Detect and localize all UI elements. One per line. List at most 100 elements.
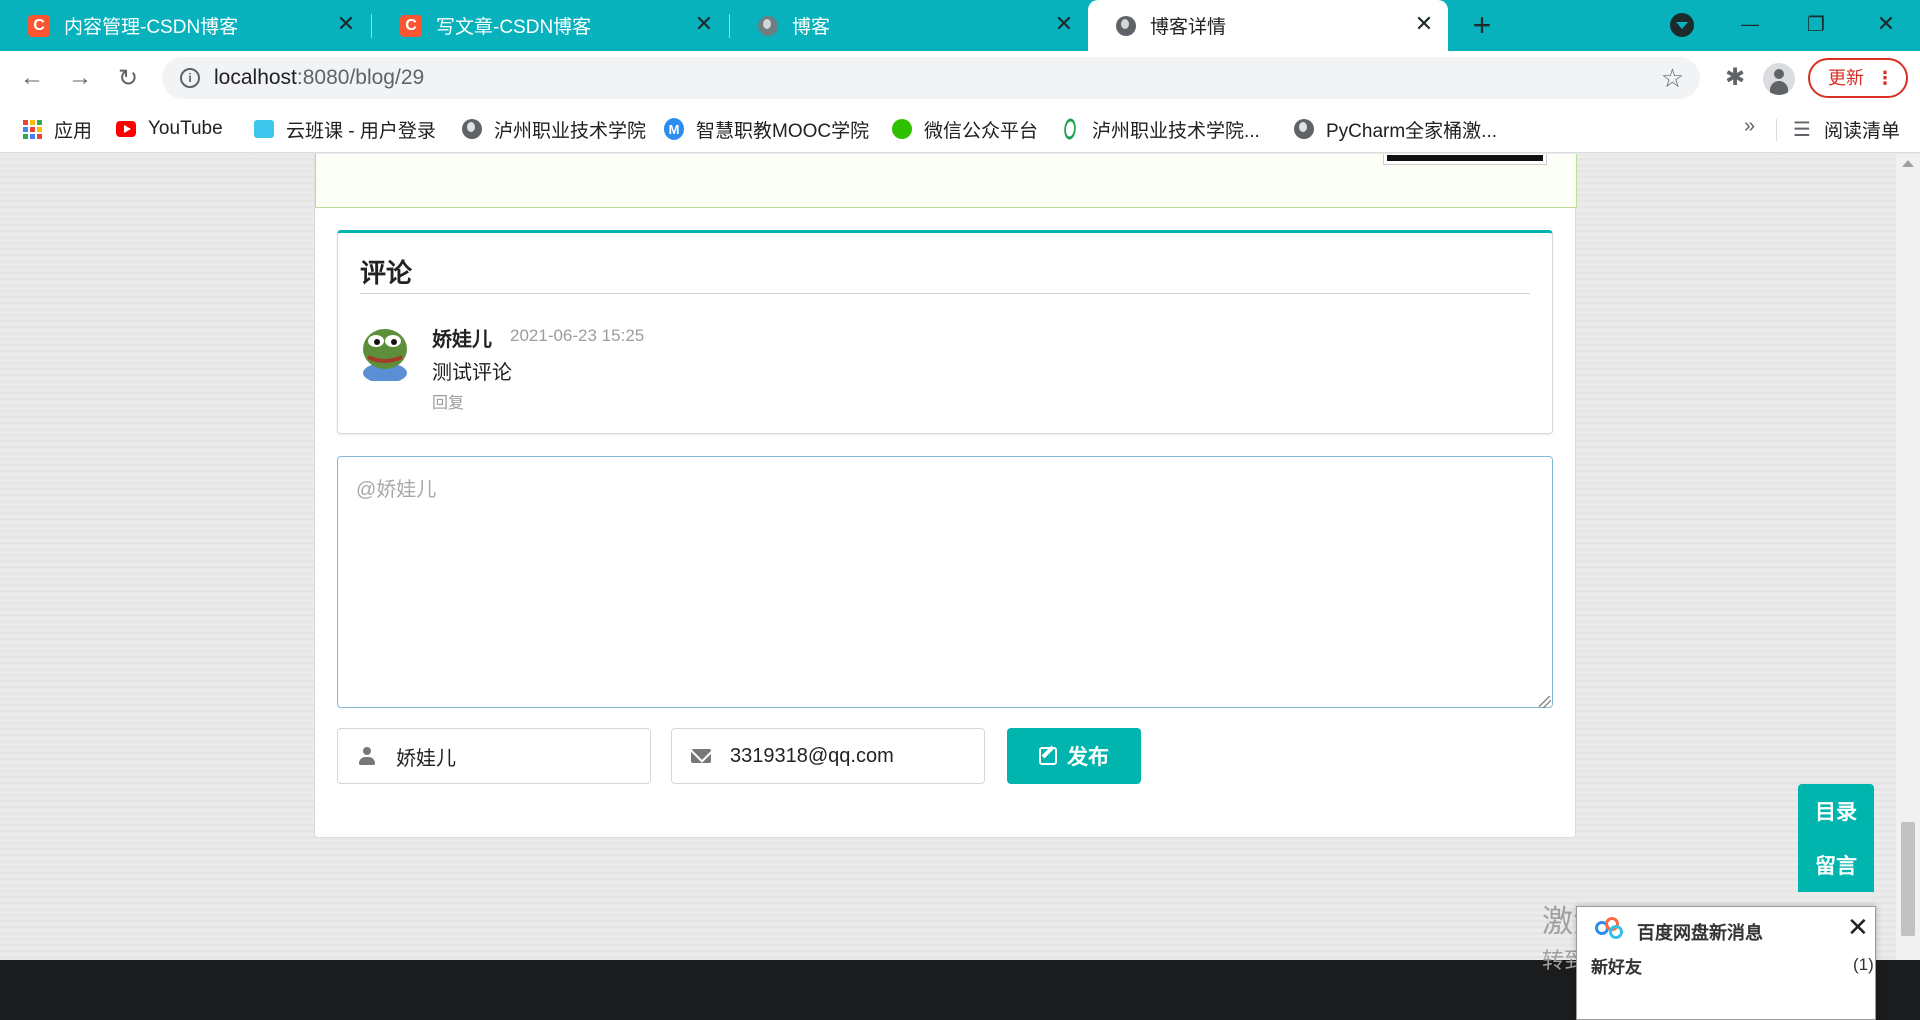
globe-icon (1116, 15, 1136, 36)
address-bar[interactable]: i localhost:8080/blog/29 ☆ (162, 57, 1700, 99)
site-info-icon[interactable]: i (180, 68, 200, 88)
tab-bar: C 内容管理-CSDN博客 ✕ C 写文章-CSDN博客 ✕ 博客 ✕ 博客详情… (0, 0, 1920, 51)
bookmark-luzhou-college[interactable]: 泸州职业技术学院 (462, 115, 646, 143)
forward-arrow-icon[interactable]: → (64, 62, 96, 94)
notification-count: (1) (1853, 955, 1874, 974)
bookmark-label: PyCharm全家桶激... (1326, 120, 1498, 142)
comment-content-textarea[interactable] (337, 456, 1553, 708)
tab-csdn-write[interactable]: C 写文章-CSDN博客 ✕ (372, 0, 728, 51)
new-tab-button[interactable]: + (1466, 9, 1498, 42)
bookmark-label: 泸州职业技术学院 (494, 120, 647, 142)
update-button[interactable]: 更新 ⋮ (1808, 58, 1908, 98)
qr-code-image (1383, 154, 1547, 165)
bookmark-label: 微信公众平台 (924, 120, 1039, 142)
bookmark-cloud-class[interactable]: 云班课 - 用户登录 (254, 115, 436, 143)
bookmark-label: 云班课 - 用户登录 (286, 120, 436, 142)
close-icon[interactable]: ✕ (1847, 914, 1869, 940)
bookmark-star-icon[interactable]: ☆ (1661, 63, 1684, 94)
heading-divider (360, 293, 1530, 294)
avatar (363, 329, 407, 381)
bookmark-wechat[interactable]: 微信公众平台 (892, 115, 1038, 143)
user-icon (338, 747, 396, 765)
comment-text: 测试评论 (432, 362, 512, 384)
bookmark-youtube[interactable]: YouTube (116, 115, 223, 143)
close-tab-icon[interactable]: ✕ (1412, 11, 1436, 36)
wechat-icon (892, 119, 912, 139)
csdn-icon: C (28, 14, 50, 37)
bookmarks-bar: 应用 YouTube 云班课 - 用户登录 泸州职业技术学院 M 智慧职教MOO… (0, 105, 1920, 153)
bookmarks-overflow-icon[interactable]: » (1744, 115, 1755, 138)
notification-title: 百度网盘新消息 (1637, 923, 1763, 943)
appreciation-panel (315, 154, 1577, 208)
tab-search-icon[interactable] (1670, 13, 1694, 37)
update-label: 更新 (1828, 68, 1864, 88)
edit-icon (1039, 747, 1057, 765)
close-tab-icon[interactable]: ✕ (692, 11, 716, 36)
tab-title: 内容管理-CSDN博客 (64, 17, 239, 38)
apps-grid-icon (22, 119, 42, 139)
bookmark-label: 应用 (54, 120, 93, 142)
email-input[interactable] (730, 744, 970, 768)
url-text[interactable]: localhost:8080/blog/29 (214, 66, 424, 90)
baidu-netdisk-notification[interactable]: 百度网盘新消息 ✕ 新好友 (1) (1576, 906, 1876, 1020)
comment-section: 评论 娇娃儿 2021-06-23 15:25 测试评论 回复 (337, 230, 1553, 434)
toc-button[interactable]: 目录 (1798, 786, 1874, 836)
page-viewport: 评论 娇娃儿 2021-06-23 15:25 测试评论 回复 @娇娃儿 娇娃儿… (0, 154, 1920, 1020)
scroll-thumb[interactable] (1901, 822, 1915, 936)
bookmark-label: 泸州职业技术学院... (1092, 120, 1260, 142)
mooc-icon: M (664, 118, 684, 140)
reading-list-label: 阅读清单 (1824, 120, 1901, 142)
globe-icon (1294, 119, 1314, 139)
side-toolbar: 目录 留言 (1798, 784, 1874, 892)
close-tab-icon[interactable]: ✕ (1052, 11, 1076, 36)
bookmarks-divider (1776, 119, 1777, 141)
bookmark-label: YouTube (148, 118, 223, 139)
tab-blog-detail[interactable]: 博客详情 ✕ (1088, 0, 1448, 51)
tab-title: 博客详情 (1150, 17, 1227, 38)
nickname-field[interactable] (337, 728, 651, 784)
url-path: :8080/blog/29 (296, 66, 425, 89)
comment-item: 娇娃儿 2021-06-23 15:25 测试评论 回复 (360, 323, 1530, 413)
url-host: localhost (214, 66, 297, 89)
reading-list-icon: ☰ (1793, 118, 1811, 141)
page-scrollbar[interactable] (1896, 154, 1920, 960)
comment-author: 娇娃儿 (432, 329, 492, 351)
reply-link[interactable]: 回复 (432, 389, 464, 413)
reload-icon[interactable]: ↻ (112, 62, 144, 94)
tab-csdn-content[interactable]: C 内容管理-CSDN博客 ✕ (0, 0, 370, 51)
bookmark-apps[interactable]: 应用 (22, 115, 92, 143)
publish-button[interactable]: 发布 (1007, 728, 1141, 784)
bookmark-mooc[interactable]: M 智慧职教MOOC学院 (664, 115, 869, 143)
comment-jump-button[interactable]: 留言 (1798, 840, 1874, 890)
tab-title: 博客 (792, 17, 831, 38)
publish-label: 发布 (1067, 746, 1109, 769)
globe-icon (462, 119, 482, 139)
comment-heading: 评论 (360, 258, 413, 288)
close-window-button[interactable]: ✕ (1866, 8, 1906, 40)
csdn-icon: C (400, 14, 422, 37)
maximize-button[interactable]: ❐ (1796, 8, 1836, 40)
browser-toolbar: ← → ↻ i localhost:8080/blog/29 ☆ ✱ 更新 ⋮ (0, 51, 1920, 105)
scroll-up-arrow-icon[interactable] (1902, 160, 1914, 167)
notification-message: 新好友 (1591, 958, 1642, 977)
tab-blog[interactable]: 博客 ✕ (730, 0, 1088, 51)
bookmark-pycharm[interactable]: PyCharm全家桶激... (1294, 115, 1497, 143)
minimize-button[interactable]: — (1730, 8, 1770, 40)
menu-dots-icon: ⋮ (1876, 68, 1894, 88)
tab-title: 写文章-CSDN博客 (436, 17, 592, 38)
baidu-netdisk-icon (1595, 917, 1625, 939)
atom-icon (1060, 114, 1080, 144)
bookmark-luzhou-college-2[interactable]: 泸州职业技术学院... (1060, 114, 1260, 144)
mail-icon (672, 749, 730, 763)
youtube-icon (116, 119, 136, 139)
back-arrow-icon[interactable]: ← (16, 62, 48, 94)
close-tab-icon[interactable]: ✕ (334, 11, 358, 36)
profile-avatar-icon[interactable] (1763, 63, 1795, 95)
nickname-input[interactable] (396, 744, 636, 768)
email-field[interactable] (671, 728, 985, 784)
extensions-puzzle-icon[interactable]: ✱ (1720, 63, 1750, 93)
blog-detail-container: 评论 娇娃儿 2021-06-23 15:25 测试评论 回复 @娇娃儿 娇娃儿… (314, 154, 1577, 838)
reading-list-button[interactable]: ☰ 阅读清单 (1792, 115, 1900, 143)
globe-icon (758, 15, 778, 36)
comment-date: 2021-06-23 15:25 (510, 326, 645, 345)
